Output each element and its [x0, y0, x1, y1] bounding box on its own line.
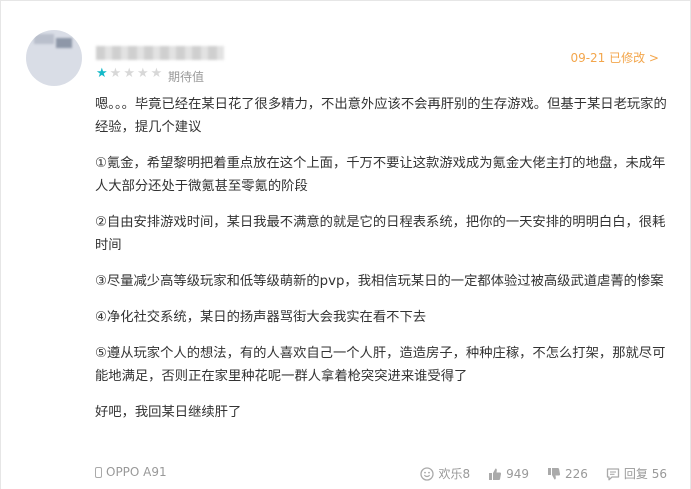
device-info: OPPO A91 [95, 465, 167, 479]
username-redacted[interactable] [96, 46, 224, 60]
phone-icon [95, 466, 102, 478]
frame-border-left [0, 0, 1, 489]
rating-stars: ★ ★ ★ ★ ★ [96, 67, 162, 81]
review-paragraph: 好吧，我回某日继续肝了 [95, 405, 242, 420]
review-actions: 欢乐8 949 226 回复 56 [420, 465, 667, 482]
review-paragraph: ④净化社交系统，某日的扬声器骂街大会我实在看不下去 [95, 310, 427, 325]
thumbs-up-icon [489, 468, 502, 480]
like-button[interactable]: 949 [488, 467, 529, 481]
dislike-count: 226 [565, 466, 588, 481]
star-icon: ★ [96, 66, 108, 81]
thumbs-down-icon [548, 467, 561, 479]
like-count: 949 [506, 466, 529, 481]
fun-button[interactable]: 欢乐8 [420, 465, 470, 482]
rating-label: 期待值 [168, 70, 205, 84]
avatar-blur-region [56, 38, 72, 48]
star-icon: ★ [123, 66, 135, 81]
review-paragraph: 嗯。。。毕竟已经在某日花了很多精力，不出意外应该不会再肝别的生存游戏。但基于某日… [95, 97, 667, 135]
review-paragraph: ①氪金，希望黎明把着重点放在这个上面，千万不要让这款游戏成为氪金大佬主打的地盘，… [95, 156, 666, 194]
reply-label: 回复 56 [623, 467, 667, 481]
review-footer: OPPO A91 欢乐8 949 226 回复 56 [95, 465, 667, 483]
reply-icon [606, 467, 620, 480]
reply-button[interactable]: 回复 56 [606, 465, 667, 482]
smile-icon [420, 466, 435, 481]
review-paragraph: ②自由安排游戏时间，某日我最不满意的就是它的日程表系统，把你的一天安排的明明白白… [95, 215, 666, 253]
edited-time-link[interactable]: 09-21 已修改 > [570, 49, 659, 66]
avatar[interactable] [26, 30, 82, 86]
frame-border-top [0, 0, 691, 1]
star-icon: ★ [109, 66, 122, 81]
review-paragraph: ⑤遵从玩家个人的想法，有的人喜欢自己一个人肝，造造房子，种种庄稼，不怎么打架，那… [95, 346, 666, 384]
fun-label: 欢乐8 [438, 467, 471, 481]
star-icon: ★ [136, 66, 149, 81]
device-name: OPPO A91 [106, 465, 167, 479]
avatar-blur-region [34, 34, 54, 44]
review-paragraph: ③尽量减少高等级玩家和低等级萌新的pvp，我相信玩某日的一定都体验过被高级武道虐… [95, 274, 664, 289]
review-content: 嗯。。。毕竟已经在某日花了很多精力，不出意外应该不会再肝别的生存游戏。但基于某日… [95, 93, 667, 437]
dislike-button[interactable]: 226 [547, 467, 588, 481]
star-icon: ★ [150, 66, 163, 81]
